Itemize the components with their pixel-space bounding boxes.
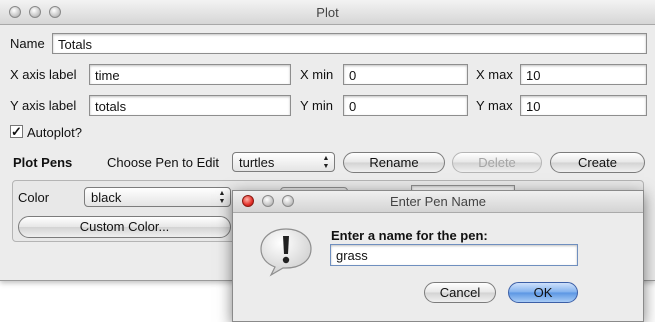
pen-select-value: turtles <box>239 155 275 170</box>
x-min-field[interactable]: 0 <box>343 64 468 85</box>
window-titlebar[interactable]: Plot <box>0 0 655 25</box>
y-max-label: Y max <box>476 98 513 113</box>
x-min-label: X min <box>300 67 334 82</box>
color-label: Color <box>18 190 50 205</box>
choose-pen-label: Choose Pen to Edit <box>107 155 220 170</box>
dialog-titlebar[interactable]: Enter Pen Name <box>233 191 643 213</box>
color-select-value: black <box>91 190 122 205</box>
select-arrows-icon: ▲ ▼ <box>322 155 330 170</box>
dialog-cancel-button[interactable]: Cancel <box>424 282 496 303</box>
x-axis-label-field[interactable]: time <box>89 64 291 85</box>
y-max-field[interactable]: 10 <box>520 95 647 116</box>
alert-icon <box>260 228 312 277</box>
y-axis-label-label: Y axis label <box>10 98 77 113</box>
x-max-label: X max <box>476 67 513 82</box>
pen-name-input[interactable]: grass <box>330 244 578 266</box>
y-min-label: Y min <box>300 98 333 113</box>
y-min-field[interactable]: 0 <box>343 95 468 116</box>
dialog-prompt: Enter a name for the pen: <box>331 228 488 243</box>
dialog-title: Enter Pen Name <box>389 194 487 209</box>
custom-color-button[interactable]: Custom Color... <box>18 216 231 238</box>
rename-button[interactable]: Rename <box>343 152 445 173</box>
create-button[interactable]: Create <box>550 152 645 173</box>
x-max-field[interactable]: 10 <box>520 64 647 85</box>
delete-button[interactable]: Delete <box>452 152 542 173</box>
y-axis-label-field[interactable]: totals <box>89 95 291 116</box>
autoplot-checkbox[interactable]: ✓ <box>10 125 23 138</box>
x-axis-label-label: X axis label <box>10 67 77 82</box>
color-select[interactable]: black ▲ ▼ <box>84 187 231 207</box>
autoplot-label: Autoplot? <box>27 125 82 140</box>
select-arrows-icon: ▲ ▼ <box>218 190 226 205</box>
window-title: Plot <box>316 5 339 20</box>
dialog-ok-button[interactable]: OK <box>508 282 578 303</box>
name-label: Name <box>10 36 45 51</box>
enter-pen-name-dialog: Enter Pen Name Enter a name for the pen:… <box>232 190 644 322</box>
name-field[interactable]: Totals <box>52 33 647 54</box>
plot-pens-label: Plot Pens <box>13 155 73 170</box>
pen-select[interactable]: turtles ▲ ▼ <box>232 152 335 172</box>
